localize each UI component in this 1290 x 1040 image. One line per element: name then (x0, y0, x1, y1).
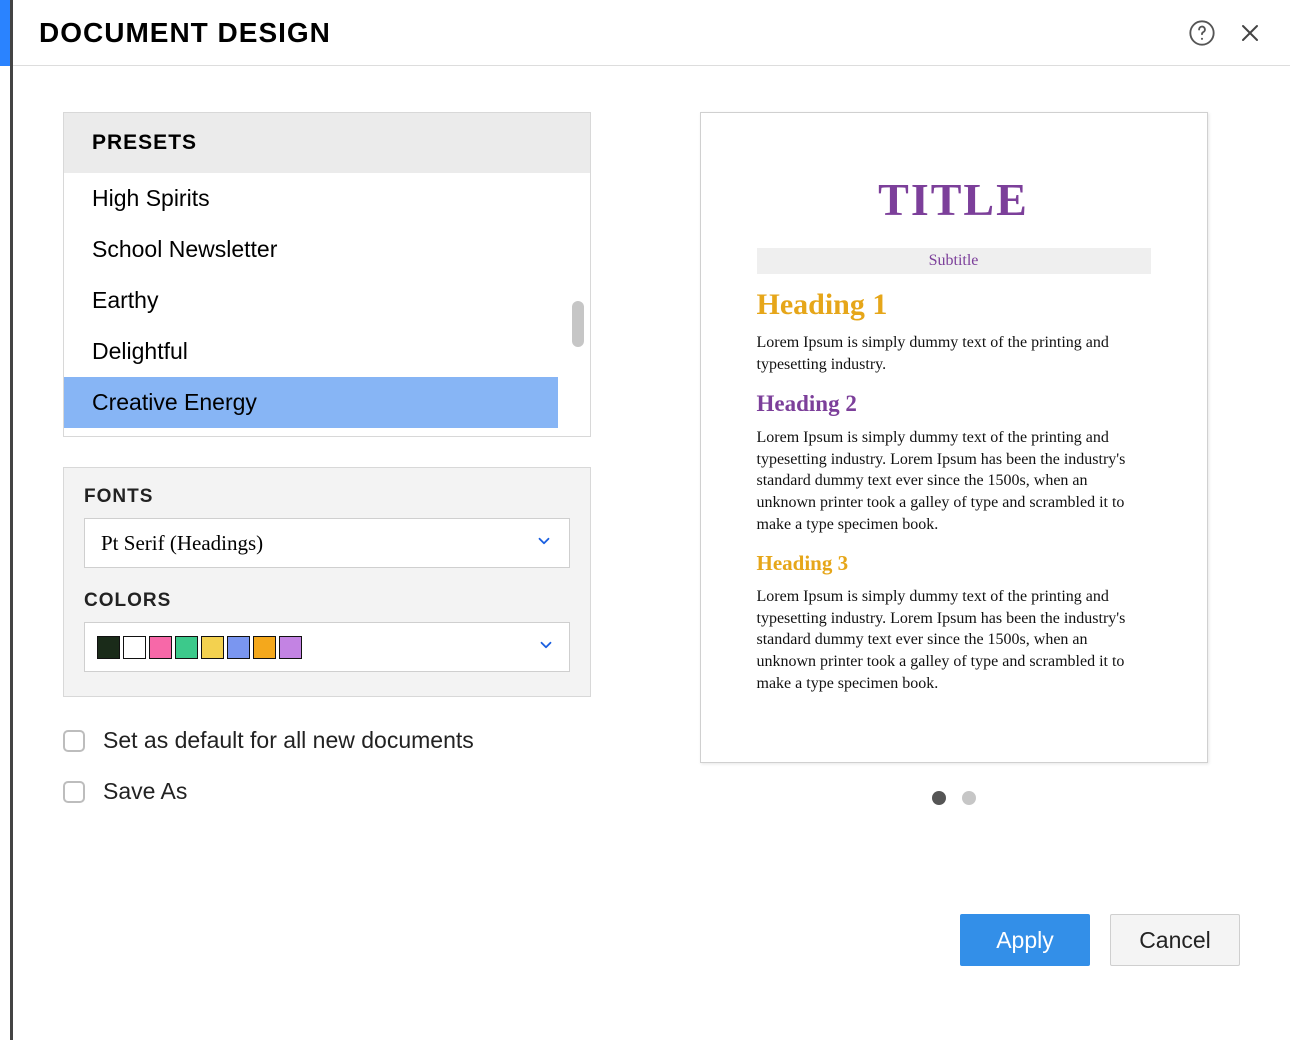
color-swatch (175, 636, 198, 659)
saveas-checkbox-label: Save As (103, 778, 187, 805)
color-swatch (201, 636, 224, 659)
color-swatch (149, 636, 172, 659)
preview-heading2: Heading 2 (757, 391, 1151, 417)
default-checkbox[interactable] (63, 730, 85, 752)
document-design-dialog: DOCUMENT DESIGN PRESETS (10, 0, 1290, 1040)
presets-heading: PRESETS (64, 113, 590, 173)
color-swatch-row (97, 636, 302, 659)
fonts-heading: FONTS (84, 486, 570, 508)
preview-pagination (932, 791, 976, 805)
default-checkbox-row: Set as default for all new documents (63, 727, 591, 754)
page-dot-1[interactable] (932, 791, 946, 805)
presets-panel: PRESETS High Spirits School Newsletter E… (63, 112, 591, 437)
preview-subtitle: Subtitle (757, 248, 1151, 274)
apply-button[interactable]: Apply (960, 914, 1090, 966)
color-swatch (253, 636, 276, 659)
color-swatch (279, 636, 302, 659)
page-dot-2[interactable] (962, 791, 976, 805)
fonts-colors-panel: FONTS Pt Serif (Headings) COLORS (63, 467, 591, 697)
cancel-button[interactable]: Cancel (1110, 914, 1240, 966)
presets-scroll-area[interactable]: High Spirits School Newsletter Earthy De… (64, 173, 590, 436)
preview-body3: Lorem Ipsum is simply dummy text of the … (757, 586, 1151, 694)
preview-heading3: Heading 3 (757, 551, 1151, 576)
preview-card: TITLE Subtitle Heading 1 Lorem Ipsum is … (700, 112, 1208, 763)
dialog-body: PRESETS High Spirits School Newsletter E… (13, 66, 1290, 825)
color-swatch (227, 636, 250, 659)
preset-item-school-newsletter[interactable]: School Newsletter (64, 224, 590, 275)
colors-heading: COLORS (84, 590, 570, 612)
scrollbar-thumb[interactable] (572, 301, 584, 347)
preset-item-earthy[interactable]: Earthy (64, 275, 590, 326)
fonts-dropdown[interactable]: Pt Serif (Headings) (84, 518, 570, 568)
left-settings-column: PRESETS High Spirits School Newsletter E… (63, 112, 591, 805)
preset-item-delightful[interactable]: Delightful (64, 326, 590, 377)
help-icon[interactable] (1188, 19, 1216, 47)
dialog-title: DOCUMENT DESIGN (39, 17, 331, 49)
header-actions (1188, 19, 1262, 47)
dialog-header: DOCUMENT DESIGN (13, 0, 1290, 66)
preview-column: TITLE Subtitle Heading 1 Lorem Ipsum is … (667, 112, 1240, 805)
color-swatch (97, 636, 120, 659)
saveas-checkbox[interactable] (63, 781, 85, 803)
dialog-footer-buttons: Apply Cancel (960, 914, 1240, 966)
close-icon[interactable] (1238, 21, 1262, 45)
preview-title: TITLE (757, 173, 1151, 226)
colors-section: COLORS (84, 590, 570, 672)
saveas-checkbox-row: Save As (63, 778, 591, 805)
preview-body1: Lorem Ipsum is simply dummy text of the … (757, 332, 1151, 375)
preview-heading1: Heading 1 (757, 288, 1151, 322)
app-accent-strip (0, 0, 10, 66)
color-swatch (123, 636, 146, 659)
fonts-selected-value: Pt Serif (Headings) (101, 531, 263, 556)
colors-dropdown[interactable] (84, 622, 570, 672)
default-checkbox-label: Set as default for all new documents (103, 727, 474, 754)
preset-item-creative-energy[interactable]: Creative Energy (64, 377, 558, 428)
preview-body2: Lorem Ipsum is simply dummy text of the … (757, 427, 1151, 535)
presets-list: High Spirits School Newsletter Earthy De… (64, 173, 590, 428)
chevron-down-icon (537, 636, 555, 659)
chevron-down-icon (535, 532, 553, 555)
preset-item-high-spirits[interactable]: High Spirits (64, 173, 590, 224)
